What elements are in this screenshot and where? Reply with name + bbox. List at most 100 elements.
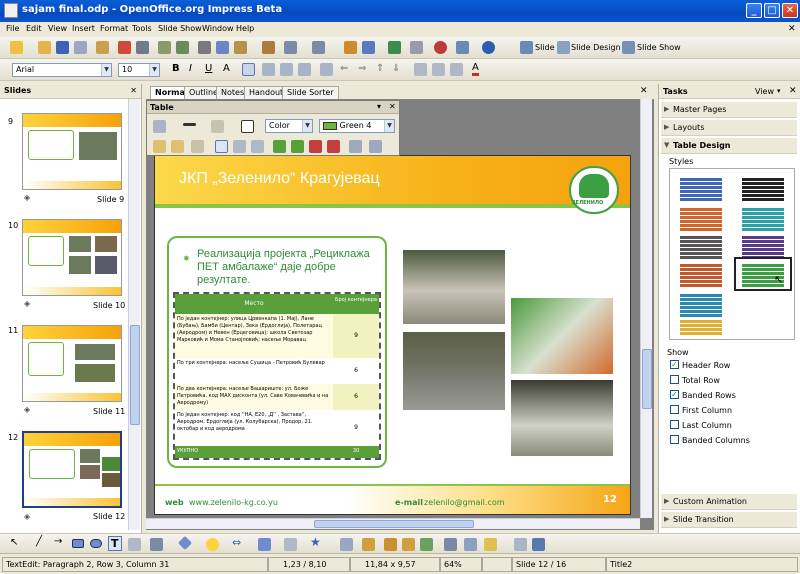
fill-color-select[interactable]: Green 4 ▼ [319,119,395,133]
section-table-design[interactable]: ▼ Table Design [661,138,797,154]
font-size-select[interactable]: 10 ▼ [118,63,160,77]
ellipse-tool-icon[interactable] [90,539,102,548]
canvas-vertical-scrollbar[interactable] [640,99,652,518]
last-column-checkbox[interactable] [670,420,679,429]
align-bottom-icon[interactable] [251,140,264,153]
underline-button[interactable]: U [205,63,212,74]
tasks-view-menu[interactable]: View [755,87,774,96]
tab-slide-sorter[interactable]: Slide Sorter [282,86,339,99]
print-icon[interactable] [136,41,149,54]
table-cell-count[interactable]: 6 [333,384,379,410]
area-style-select[interactable]: Color ▼ [265,119,313,133]
points-icon[interactable] [340,538,353,551]
format-paintbrush-icon[interactable] [262,41,275,54]
italic-button[interactable]: I [189,63,192,74]
first-column-checkbox[interactable] [670,405,679,414]
close-tasks-icon[interactable]: ✕ [789,86,797,96]
chart-icon[interactable] [344,41,357,54]
callouts-icon[interactable] [284,538,297,551]
menu-file[interactable]: File [6,24,19,33]
open-icon[interactable] [38,41,51,54]
alignment-icon[interactable] [464,538,477,551]
bullets-icon[interactable] [320,63,333,76]
font-name-select[interactable]: Arial ▼ [12,63,112,77]
save-icon[interactable] [56,41,69,54]
callout-icon[interactable] [128,538,141,551]
table-icon[interactable] [362,41,375,54]
borders-icon[interactable] [241,120,254,133]
cut-icon[interactable] [198,41,211,54]
table-total-label[interactable]: УКУПНО [175,446,333,458]
section-master-pages[interactable]: ▶ Master Pages [661,102,797,118]
menu-window[interactable]: Window [202,24,234,33]
align-right-icon[interactable] [280,63,293,76]
justify-icon[interactable] [298,63,311,76]
slide-button[interactable]: Slide [535,43,555,52]
basic-shapes-icon[interactable] [177,535,193,551]
glue-points-icon[interactable] [362,538,375,551]
block-arrows-icon[interactable]: ⇔ [232,536,241,549]
banded-columns-checkbox[interactable] [670,435,679,444]
merge-cells-icon[interactable] [153,140,166,153]
display-grid-icon[interactable] [388,41,401,54]
table-cell-count[interactable]: 9 [333,410,379,446]
table-total-count[interactable]: 30 [333,446,379,458]
menu-tools[interactable]: Tools [132,24,152,33]
decrease-spacing-icon[interactable] [432,63,445,76]
menu-view[interactable]: View [48,24,67,33]
table-style-blue[interactable] [680,177,722,201]
slide-design-icon[interactable] [557,41,570,54]
from-file-icon[interactable] [402,538,415,551]
edit-file-icon[interactable] [96,41,109,54]
impress-app-icon[interactable] [4,3,18,18]
canvas-horizontal-scrollbar[interactable] [146,518,640,529]
hyperlink-icon[interactable] [410,41,423,54]
maximize-button[interactable]: □ [764,3,780,18]
table-style-yellow[interactable] [680,319,722,335]
delete-column-icon[interactable] [327,140,340,153]
bold-button[interactable]: B [172,63,180,74]
table-style-purple[interactable] [742,235,784,259]
copy-icon[interactable] [216,41,229,54]
slide-thumbnail-9[interactable] [22,113,122,190]
view-dropdown-icon[interactable]: ▾ [777,87,781,95]
align-left-icon[interactable] [242,63,255,76]
extrusion-icon[interactable] [514,538,527,551]
table-toolbar-menu-icon[interactable]: ▾ [377,102,381,111]
table-toolbar-close-icon[interactable]: ✕ [389,102,396,111]
menu-edit[interactable]: Edit [26,24,42,33]
align-middle-icon[interactable] [233,140,246,153]
slide-thumbnail-11[interactable] [22,325,122,402]
shadow-button[interactable]: A [223,63,230,74]
table-design-icon[interactable] [349,140,362,153]
gallery-icon[interactable] [420,538,433,551]
paste-icon[interactable] [234,41,247,54]
align-center-icon[interactable] [262,63,275,76]
close-window-button[interactable]: ✕ [782,3,798,18]
delete-row-icon[interactable] [309,140,322,153]
zoom-icon[interactable] [456,41,469,54]
total-row-checkbox[interactable] [670,375,679,384]
recycling-table[interactable]: Место Број контејнера По један контејнер… [173,292,381,460]
font-color-icon[interactable]: A [472,62,479,76]
insert-row-icon[interactable] [273,140,286,153]
symbol-shapes-icon[interactable] [206,538,219,551]
table-cell-count[interactable]: 6 [333,358,379,384]
menu-format[interactable]: Format [100,24,128,33]
line-style-icon[interactable] [183,123,196,126]
text-tool-icon[interactable]: T [108,536,122,551]
spellcheck-icon[interactable] [158,41,171,54]
close-view-icon[interactable]: ✕ [640,86,648,96]
slide-thumbnail-12[interactable] [22,431,122,508]
undo-icon[interactable] [284,41,297,54]
line-arrow-icon[interactable]: → [54,536,62,547]
select-arrow-icon[interactable]: ↖ [10,537,18,548]
split-cells-icon[interactable] [171,140,184,153]
shadow-icon[interactable] [532,538,545,551]
stars-icon[interactable]: ★ [310,535,321,549]
menu-insert[interactable]: Insert [72,24,95,33]
table-properties-icon[interactable] [369,140,382,153]
optimize-icon[interactable] [191,140,204,153]
slide-show-button[interactable]: Slide Show [637,43,681,52]
fontwork-icon[interactable] [384,538,397,551]
